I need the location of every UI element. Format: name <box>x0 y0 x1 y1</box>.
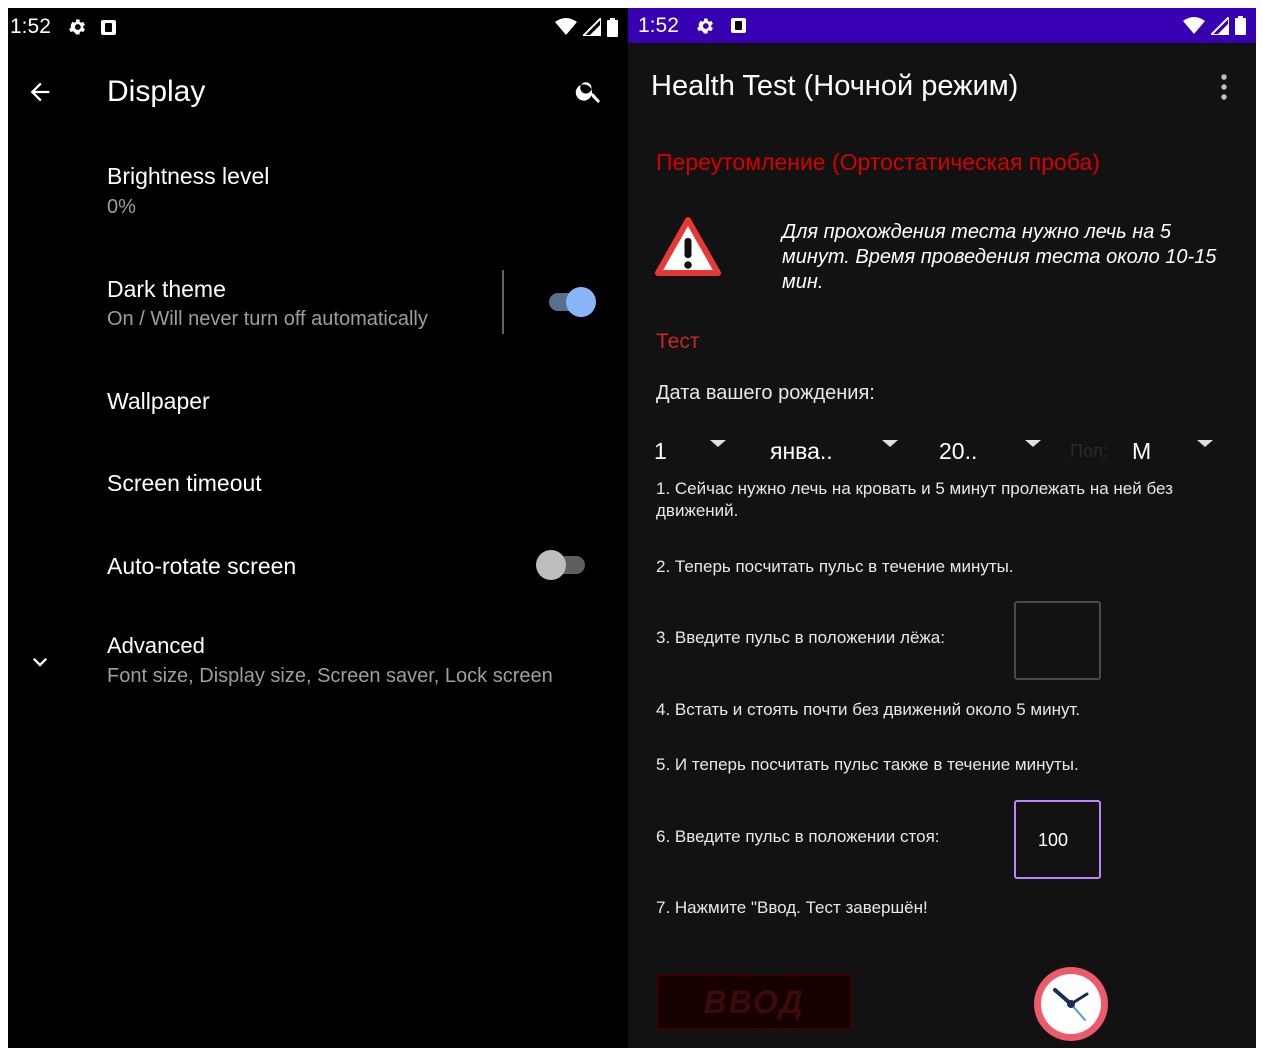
step-3: 3. Введите пульс в положении лёжа: <box>656 628 945 647</box>
step-2: 2. Теперь посчитать пульс в течение мину… <box>656 557 1014 576</box>
status-bar: 1:52 <box>628 8 1256 43</box>
divider <box>502 270 504 334</box>
battery-icon <box>607 17 618 37</box>
pulse-standing-value: 100 <box>1038 830 1069 850</box>
chevron-down-icon <box>33 658 47 667</box>
page-title: Display <box>107 75 206 108</box>
pulse-lying-input[interactable] <box>1014 601 1101 680</box>
test-heading: Переутомление (Ортостатическая проба) <box>656 149 1100 175</box>
settings-notification-icon <box>696 18 713 33</box>
search-icon[interactable] <box>574 76 604 106</box>
status-time: 1:52 <box>10 15 51 38</box>
birth-date-label: Дата вашего рождения: <box>656 382 875 404</box>
pref-dark-theme-title: Dark theme <box>107 276 226 302</box>
settings-notification-icon <box>68 19 85 35</box>
enter-button-label: ВВОД <box>703 983 805 1020</box>
app-notification-icon <box>730 18 746 33</box>
step-4: 4. Встать и стоять почти без движений ок… <box>656 700 1081 719</box>
pulse-standing-input[interactable]: 100 <box>1014 800 1101 879</box>
pref-brightness-title: Brightness level <box>107 163 270 189</box>
sex-label: Пол: <box>1070 441 1109 461</box>
step-1: 1. Сейчас нужно лечь на кровать и 5 мину… <box>656 479 1173 520</box>
pref-auto-rotate-title: Auto-rotate screen <box>107 553 297 579</box>
warning-text: Для прохождения теста нужно лечь на 5 ми… <box>782 221 1217 293</box>
status-time: 1:52 <box>638 13 679 37</box>
section-label: Тест <box>656 330 700 353</box>
wifi-icon <box>1183 16 1205 34</box>
clock-icon[interactable] <box>1031 964 1111 1044</box>
step-5: 5. И теперь посчитать пульс также в тече… <box>656 755 1079 774</box>
step-7: 7. Нажмите "Ввод. Тест завершён! <box>656 898 928 917</box>
day-value: 1 <box>654 438 667 464</box>
day-dropdown-arrow <box>710 440 726 447</box>
sex-dropdown-arrow <box>1197 440 1213 447</box>
step-6: 6. Введите пульс в положении стоя: <box>656 827 940 846</box>
app-notification-icon <box>100 19 116 35</box>
back-arrow-icon[interactable] <box>26 78 54 106</box>
enter-button[interactable]: ВВОД <box>656 974 852 1030</box>
pref-screen-timeout[interactable]: Screen timeout <box>107 470 262 497</box>
overflow-menu-icon[interactable] <box>1214 72 1234 102</box>
display-settings-screen: 1:52 Display Brightness level 0% Dark th… <box>8 8 628 1048</box>
warning-icon <box>655 217 721 276</box>
pref-advanced-title: Advanced <box>107 633 205 658</box>
month-value: янва.. <box>770 438 833 464</box>
battery-icon <box>1235 16 1246 35</box>
toggle-thumb <box>536 550 566 580</box>
status-bar: 1:52 <box>8 8 628 46</box>
signal-icon <box>1211 16 1229 35</box>
pref-dark-theme-summary: On / Will never turn off automatically <box>107 308 428 330</box>
toggle-thumb <box>566 287 596 317</box>
pref-advanced-summary: Font size, Display size, Screen saver, L… <box>107 665 553 687</box>
year-dropdown-arrow <box>1025 440 1041 447</box>
pref-brightness-summary: 0% <box>107 196 136 218</box>
month-dropdown-arrow <box>882 440 898 447</box>
sex-value: М <box>1132 438 1152 464</box>
pref-wallpaper[interactable]: Wallpaper <box>107 388 210 415</box>
wifi-icon <box>555 18 577 35</box>
signal-icon <box>583 18 601 36</box>
app-title: Health Test (Ночной режим) <box>651 70 1019 102</box>
year-value: 20.. <box>939 438 978 464</box>
health-test-screen: 1:52 Health Test (Ночной режим) Переутом… <box>628 8 1256 1048</box>
